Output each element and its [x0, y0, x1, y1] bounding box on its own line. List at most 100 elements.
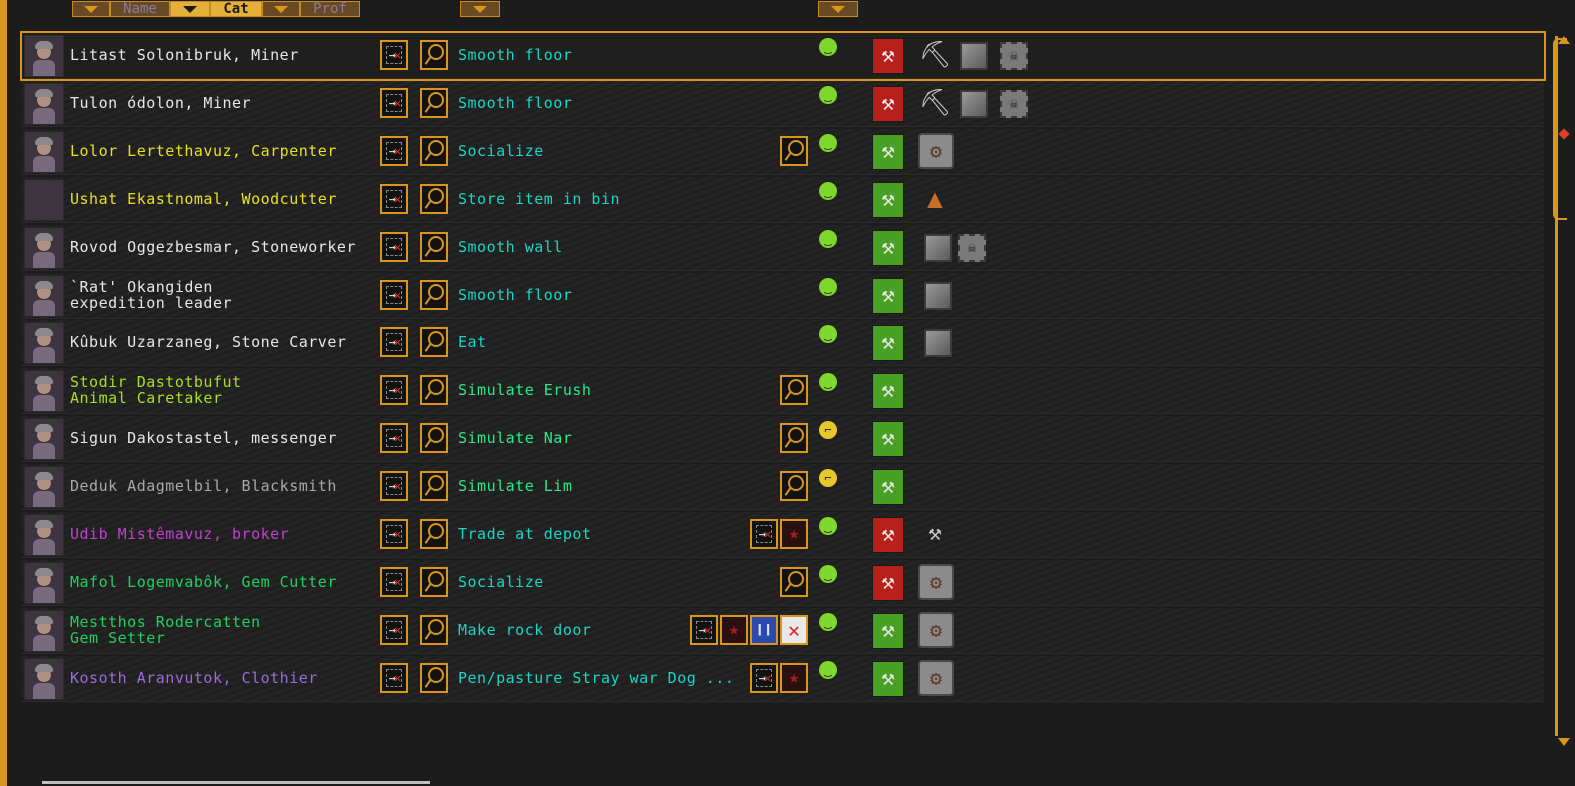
happy-face-icon[interactable]: ‿ [819, 38, 837, 56]
zoom-to-unit-icon[interactable] [420, 279, 448, 310]
unit-portrait[interactable] [24, 561, 64, 604]
remove-job-icon[interactable]: →✕ [750, 662, 778, 693]
happy-face-icon[interactable]: ‿ [819, 133, 837, 152]
unit-portrait[interactable] [24, 226, 64, 269]
unit-row[interactable]: Tulon ódolon, Miner →✕ Smooth floor ‿ ⚒ ⛏ ☠ [22, 80, 1544, 127]
unit-row[interactable]: `Rat' Okangiden expedition leader →✕ Smoot… [22, 272, 1544, 319]
happy-face-icon[interactable]: ‿ [819, 660, 837, 679]
pause-icon[interactable]: ❙❙ [750, 614, 778, 645]
unit-row[interactable]: Mestthos Rodercatten Gem Setter →✕ Make ro… [22, 607, 1544, 654]
zoom-to-job-icon[interactable] [780, 135, 808, 166]
remove-job-icon[interactable]: →✕ [380, 183, 408, 214]
labor-assignment-icon[interactable]: ⚒ [872, 612, 904, 649]
zoom-to-job-icon[interactable] [780, 423, 808, 454]
unit-name[interactable]: Mestthos Rodercatten Gem Setter [70, 614, 380, 646]
zoom-to-unit-icon[interactable] [420, 135, 448, 166]
unit-portrait[interactable] [24, 82, 64, 125]
neutral-face-icon[interactable]: ⌐ [819, 469, 837, 488]
unit-row[interactable]: Kûbuk Uzarzaneg, Stone Carver →✕ Eat ‿ ⚒ [22, 320, 1544, 367]
remove-job-icon[interactable]: →✕ [380, 471, 408, 502]
unit-name[interactable]: Kûbuk Uzarzaneg, Stone Carver [70, 334, 380, 350]
labor-assignment-icon[interactable]: ⚒ [872, 373, 904, 410]
unit-row[interactable]: Udib Mistêmavuz, broker →✕ Trade at depot ★… [22, 512, 1544, 558]
unit-row[interactable]: Lolor Lertethavuz, Carpenter →✕ Socialize ‿… [22, 128, 1544, 175]
zoom-to-unit-icon[interactable] [420, 471, 448, 502]
unit-portrait[interactable] [24, 322, 64, 365]
zoom-to-unit-icon[interactable] [420, 40, 448, 70]
labor-assignment-icon[interactable]: ⚒ [872, 85, 904, 122]
remove-job-icon[interactable]: →✕ [380, 614, 408, 645]
unit-row[interactable]: Deduk Adagmelbil, Blacksmith →✕ Simulate L… [22, 464, 1544, 511]
neutral-face-icon[interactable]: ⌐ [819, 421, 837, 440]
labor-assignment-icon[interactable]: ⚒ [872, 564, 904, 601]
zoom-to-unit-icon[interactable] [420, 662, 448, 693]
happy-face-icon[interactable]: ‿ [819, 85, 837, 104]
unit-portrait[interactable] [24, 657, 64, 700]
remove-job-icon[interactable]: →✕ [380, 662, 408, 693]
happy-face-icon[interactable]: ‿ [819, 517, 837, 535]
labor-assignment-icon[interactable]: ⚒ [872, 133, 904, 170]
body-icon[interactable]: ★ [780, 662, 808, 693]
unit-row[interactable]: Sigun Dakostastel, messenger →✕ Simulate N… [22, 416, 1544, 463]
remove-job-icon[interactable]: →✕ [380, 135, 408, 166]
labor-assignment-icon[interactable]: ⚒ [872, 229, 904, 266]
scroll-down-icon[interactable] [1558, 738, 1570, 746]
labor-assignment-icon[interactable]: ⚒ [872, 181, 904, 218]
labor-assignment-icon[interactable]: ⚒ [872, 469, 904, 506]
zoom-to-unit-icon[interactable] [420, 519, 448, 549]
unit-portrait[interactable] [24, 130, 64, 173]
zoom-to-unit-icon[interactable] [420, 566, 448, 597]
unit-portrait[interactable] [24, 370, 64, 413]
labor-assignment-icon[interactable]: ⚒ [872, 38, 904, 74]
unit-portrait[interactable] [24, 609, 64, 652]
labor-assignment-icon[interactable]: ⚒ [872, 660, 904, 697]
unit-name[interactable]: Stodir Dastotbufut Animal Caretaker [70, 374, 380, 406]
remove-job-icon[interactable]: →✕ [380, 87, 408, 118]
body-icon[interactable]: ★ [720, 614, 748, 645]
happy-face-icon[interactable]: ‿ [819, 277, 837, 296]
unit-row[interactable]: Mafol Logemvabôk, Gem Cutter →✕ Socialize ‿… [22, 559, 1544, 606]
remove-job-icon[interactable]: →✕ [690, 614, 718, 645]
unit-row[interactable]: Ushat Ekastnomal, Woodcutter →✕ Store item… [22, 176, 1544, 223]
labor-assignment-icon[interactable]: ⚒ [872, 325, 904, 362]
unit-name[interactable]: Lolor Lertethavuz, Carpenter [70, 143, 380, 159]
remove-job-icon[interactable]: →✕ [380, 279, 408, 310]
unit-name[interactable]: `Rat' Okangiden expedition leader [70, 279, 380, 311]
remove-job-icon[interactable]: →✕ [750, 519, 778, 549]
body-icon[interactable]: ★ [780, 519, 808, 549]
remove-job-icon[interactable]: →✕ [380, 375, 408, 406]
sort-prof-toggle[interactable] [262, 1, 300, 17]
remove-job-icon[interactable]: →✕ [380, 327, 408, 358]
cancel-icon[interactable]: ✕ [780, 614, 808, 645]
zoom-to-unit-icon[interactable] [420, 614, 448, 645]
unit-portrait[interactable] [24, 178, 64, 221]
sort-mood-toggle[interactable] [818, 1, 858, 17]
happy-face-icon[interactable]: ‿ [819, 612, 837, 631]
sort-job-toggle[interactable] [460, 1, 500, 17]
sort-name-toggle[interactable] [72, 1, 110, 17]
happy-face-icon[interactable]: ‿ [819, 181, 837, 200]
zoom-to-unit-icon[interactable] [420, 375, 448, 406]
unit-portrait[interactable] [24, 514, 64, 556]
remove-job-icon[interactable]: →✕ [380, 423, 408, 454]
sort-cat-toggle[interactable] [170, 1, 210, 17]
zoom-to-unit-icon[interactable] [420, 327, 448, 358]
zoom-to-unit-icon[interactable] [420, 183, 448, 214]
unit-row[interactable]: Stodir Dastotbufut Animal Caretaker →✕ Sim… [22, 368, 1544, 415]
labor-assignment-icon[interactable]: ⚒ [872, 277, 904, 314]
remove-job-icon[interactable]: →✕ [380, 566, 408, 597]
unit-name[interactable]: Tulon ódolon, Miner [70, 95, 380, 111]
happy-face-icon[interactable]: ‿ [819, 325, 837, 344]
zoom-to-unit-icon[interactable] [420, 423, 448, 454]
unit-name[interactable]: Udib Mistêmavuz, broker [70, 526, 380, 542]
labor-assignment-icon[interactable]: ⚒ [872, 421, 904, 458]
scroll-up-icon[interactable] [1558, 36, 1570, 44]
unit-portrait[interactable] [24, 418, 64, 461]
sort-prof-button[interactable]: Prof [300, 1, 360, 17]
remove-job-icon[interactable]: →✕ [380, 519, 408, 549]
unit-row[interactable]: Rovod Oggezbesmar, Stoneworker →✕ Smooth w… [22, 224, 1544, 271]
unit-name[interactable]: Ushat Ekastnomal, Woodcutter [70, 191, 380, 207]
zoom-to-job-icon[interactable] [780, 566, 808, 597]
unit-portrait[interactable] [24, 274, 64, 317]
unit-name[interactable]: Sigun Dakostastel, messenger [70, 430, 380, 446]
